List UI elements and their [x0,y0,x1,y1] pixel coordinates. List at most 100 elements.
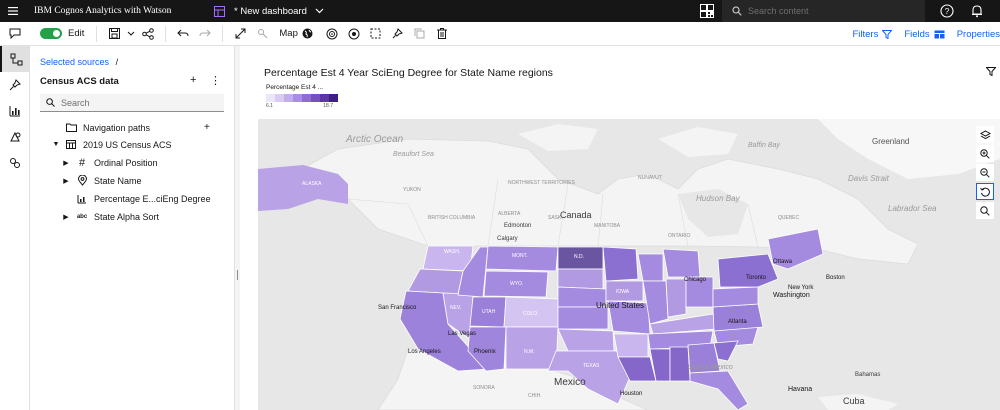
widgets-icon[interactable] [0,124,30,150]
visualization-title[interactable]: Percentage Est 4 Year SciEng Degree for … [264,67,553,79]
state-in[interactable] [665,278,687,318]
breadcrumb-selected-sources[interactable]: Selected sources [40,57,109,67]
reset-view-button[interactable] [976,183,994,200]
label-british-columbia: BRITISH COLUMBIA [428,215,476,221]
state-ok[interactable] [557,328,615,352]
map-svg[interactable]: Arctic Ocean Beaufort Sea Greenland Baff… [258,119,1000,410]
label-washington: Washington [773,292,810,299]
map-layers-button[interactable] [976,126,994,143]
state-ks[interactable] [557,306,609,330]
toolbar-divider [96,25,98,42]
overflow-menu-icon[interactable]: ⋮ [210,74,221,87]
legend-swatch [284,94,293,102]
save-icon[interactable] [103,23,125,45]
data-sources-panel: Selected sources / Census ACS data + ⋮ S… [30,46,234,410]
add-icon[interactable]: + [190,74,196,86]
label-wash: WASH. [444,249,460,255]
save-chevron-icon[interactable] [125,23,137,45]
globe-icon[interactable] [301,23,315,45]
search-icon [46,98,55,107]
tree-item-census-table[interactable]: ▼ 2019 US Census ACS [30,136,234,153]
qr-code-icon[interactable] [700,4,714,18]
focus-icon[interactable] [343,23,365,45]
properties-label: Properties [956,28,1000,40]
global-search[interactable]: Search content [722,0,925,22]
tree-item-label: State Alpha Sort [94,211,160,222]
edit-toggle[interactable] [40,28,62,39]
expand-icon[interactable] [229,23,251,45]
app-title[interactable]: IBM Cognos Analytics with Watson [26,6,208,16]
pin-rail-icon[interactable] [0,72,30,98]
caret-right-icon[interactable]: ▶ [62,177,70,185]
label-iowa: IOWA [616,289,630,295]
state-ny[interactable] [717,253,779,288]
help-icon[interactable]: ? [940,4,954,20]
redo-icon[interactable] [194,23,216,45]
tree-item-state-name[interactable]: ▶ State Name [30,172,234,189]
state-nm[interactable] [505,326,559,370]
fields-button[interactable]: Fields [904,29,945,40]
sources-icon[interactable] [0,46,30,72]
label-alberta: ALBERTA [498,211,521,217]
state-sd[interactable] [557,268,604,290]
zoom-out-button[interactable] [976,164,994,181]
copy-icon[interactable] [409,23,431,45]
dashboard-title[interactable]: * New dashboard [234,6,307,17]
add-navigation-path-icon[interactable]: + [204,122,210,133]
caret-right-icon[interactable]: ▶ [62,159,70,167]
panel-search-input[interactable]: Search [40,94,224,112]
assistant-icon[interactable] [0,150,30,176]
tree-item-navigation-paths[interactable]: Navigation paths + [30,119,234,136]
label-texas: TEXAS [583,363,600,369]
choropleth-map[interactable]: Arctic Ocean Beaufort Sea Greenland Baff… [258,119,1000,410]
label-davis-strait: Davis Strait [848,174,890,183]
breadcrumb: Selected sources / [40,57,118,67]
chevron-down-icon[interactable] [315,8,324,14]
menu-icon[interactable] [0,0,26,22]
pin-icon[interactable] [387,23,409,45]
state-va[interactable] [712,303,764,332]
state-mi[interactable] [662,248,701,278]
notifications-icon[interactable] [970,4,984,20]
zoom-in-button[interactable] [976,145,994,162]
properties-button[interactable]: Properties [957,29,1000,40]
label-nm: N.M. [524,349,535,355]
tree-item-percentage-measure[interactable]: Percentage E...ciEng Degree [30,190,234,207]
tree-item-label: Percentage E...ciEng Degree [94,193,211,204]
state-mn[interactable] [602,246,639,282]
label-ontario: ONTARIO [668,233,691,239]
map-search-button[interactable] [976,202,994,219]
delete-icon[interactable] [431,23,453,45]
tree-item-state-alpha-sort[interactable]: ▶ abc State Alpha Sort [30,208,234,225]
state-al[interactable] [669,346,691,382]
label-los-angeles: Los Angeles [408,349,441,355]
location-icon [75,175,89,186]
label-havana: Havana [788,386,812,393]
label-hudson-bay: Hudson Bay [696,194,741,203]
label-mont: MONT. [512,253,528,259]
caret-right-icon[interactable]: ▶ [62,213,70,221]
state-pa[interactable] [712,286,759,308]
label-atlanta: Atlanta [728,319,747,325]
visualization-type-label[interactable]: Map [279,28,297,39]
toolbar-divider [222,25,224,42]
tree-item-label: Ordinal Position [94,157,158,168]
tree-item-ordinal-position[interactable]: ▶ # Ordinal Position [30,154,234,171]
label-phoenix: Phoenix [474,349,496,355]
visualization-filter-icon[interactable] [985,67,997,78]
map-legend[interactable]: Percentage Est 4 ... 6.1 18.7 [266,84,346,116]
layers-icon[interactable] [321,23,343,45]
share-icon[interactable] [137,23,159,45]
splitter-grip[interactable] [237,270,238,280]
select-region-icon[interactable] [365,23,387,45]
pin-off-icon[interactable] [251,23,273,45]
comment-icon[interactable] [0,22,30,46]
label-houston: Houston [620,391,642,397]
visualizations-icon[interactable] [0,98,30,124]
label-alaska: ALASKA [302,181,322,187]
label-nev: NEV. [450,305,461,311]
filters-button[interactable]: Filters [852,29,893,40]
caret-down-icon[interactable]: ▼ [52,141,60,148]
state-ar[interactable] [613,333,649,358]
undo-icon[interactable] [172,23,194,45]
